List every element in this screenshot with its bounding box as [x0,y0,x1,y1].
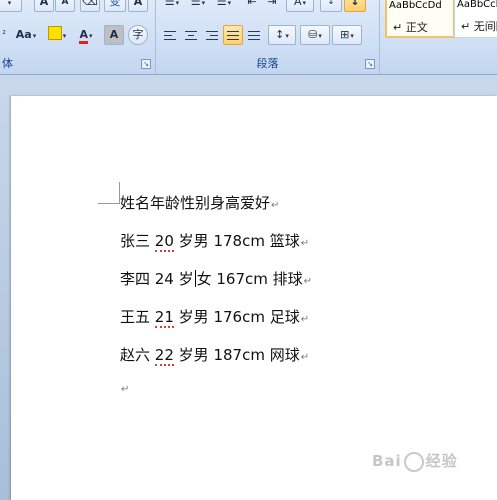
phonetic-guide-button[interactable]: 变 [104,0,126,12]
doc-line-row[interactable]: 赵六 22 岁男 187cm 网球↵ [120,344,310,366]
row-name: 王五 [120,308,151,326]
document-workspace: 姓名年龄性别身高爱好↵ 张三 20 岁男 178cm 篮球↵ 李四 24 岁女 … [0,75,497,500]
borders-button[interactable]: ⊞▾ [332,25,362,45]
style-normal-name: ↵ 正文 [393,21,428,34]
document-page[interactable]: 姓名年龄性别身高爱好↵ 张三 20 岁男 178cm 篮球↵ 李四 24 岁女 … [11,96,497,500]
sort-button[interactable]: ↓ [320,0,342,12]
grow-font-button[interactable]: A [34,0,54,12]
align-center-icon [185,31,197,32]
paragraph-dialog-launcher[interactable]: ↘ [365,59,375,69]
numbering-button[interactable]: ☰▾ [186,0,210,12]
distributed-icon-line [248,35,260,36]
row-before-cursor: 李四 24 岁 [120,270,194,288]
distributed-icon [248,31,260,32]
row-after-cursor: 女 167cm 排球 [196,270,303,288]
doc-line-row[interactable]: 王五 21 岁男 176cm 足球↵ [120,306,310,328]
enclose-chars-button[interactable]: 字 [128,25,148,45]
shading-button[interactable]: ⛁▾ [300,25,330,45]
paragraph-mark: ↵ [121,384,130,395]
justify-icon-line [227,39,239,40]
row-details: 岁男 178cm 篮球 [178,232,300,250]
row-age: 21 [154,308,174,328]
align-left-button[interactable] [160,25,180,45]
highlight-color-button[interactable]: ▾ [42,25,72,45]
border-grid-icon: ⊞ [340,28,350,41]
highlighter-icon [47,26,62,40]
style-no-spacing-name: ↵ 无间隔 [461,20,497,33]
align-left-icon-line [164,39,176,40]
ribbon: ▾ A A ⌫ 变 A ² Aa▾ ▾ A▾ A 字 体 ↘ ☰▾ ☰▾ ☰▾ … [0,0,497,75]
row-name: 赵六 [120,346,151,364]
paragraph-mark: ↵ [271,200,280,211]
decrease-indent-button[interactable]: ⇤ [242,0,262,12]
align-center-icon-line [188,35,194,36]
increase-indent-button[interactable]: ⇥ [262,0,282,12]
char-shading-button[interactable]: A [104,25,124,45]
paragraph-mark: ↵ [300,352,310,363]
align-center-icon-line [185,39,197,40]
doc-line-empty[interactable]: ↵ [120,378,129,396]
doc-line-row[interactable]: 张三 20 岁男 178cm 篮球↵ [120,230,310,252]
baidu-watermark: Bai 经验 [372,450,458,472]
style-no-spacing[interactable]: AaBbCcI ↵ 无间隔 [454,0,497,38]
font-name-dropdown-tail[interactable]: ▾ [0,0,22,12]
line-spacing-button[interactable]: ↕▾ [268,25,296,45]
change-case-label: Aa [15,28,32,41]
paragraph-group: ☰▾ ☰▾ ☰▾ ⇤ ⇥ A▾ ↓ ↕ ↕▾ ⛁▾ ⊞▾ 段落 ↘ [156,0,380,74]
align-left-icon-line [164,35,172,36]
font-group: ▾ A A ⌫ 变 A ² Aa▾ ▾ A▾ A 字 体 ↘ [0,0,156,74]
row-name: 张三 [120,232,151,250]
align-right-icon-line [210,35,218,36]
paragraph-group-label: 段落 [256,57,279,70]
row-age: 20 [154,232,174,252]
align-right-icon [206,31,218,32]
doc-line-row[interactable]: 李四 24 岁女 167cm 排球↵ [120,268,312,289]
row-details: 岁男 176cm 足球 [178,308,300,326]
align-left-icon [164,31,176,32]
paragraph-mark: ↵ [300,238,310,249]
distributed-button[interactable] [244,25,264,45]
watermark-right: 经验 [425,452,458,470]
style-normal[interactable]: AaBbCcDd ↵ 正文 [385,0,455,38]
paw-icon [403,451,424,472]
align-right-button[interactable] [202,25,222,45]
justify-icon-line [227,35,239,36]
text-cursor [194,270,196,287]
superscript-tail[interactable]: ² [0,25,10,45]
row-age: 22 [154,346,174,366]
margin-corner-mark [98,182,120,204]
header-text: 姓名年龄性别身高爱好 [120,194,271,212]
align-right-icon-line [206,39,218,40]
row-details: 岁男 187cm 网球 [178,346,300,364]
styles-group: AaBbCcDd ↵ 正文 AaBbCcI ↵ 无间隔 [380,0,497,74]
show-marks-button[interactable]: ↕ [344,0,366,12]
paragraph-mark: ↵ [300,314,310,325]
align-center-button[interactable] [181,25,201,45]
clear-format-button[interactable]: ⌫ [80,0,100,12]
watermark-left: Bai [372,452,402,470]
multilevel-list-button[interactable]: ☰▾ [212,0,236,12]
change-case-button[interactable]: Aa▾ [12,25,40,45]
paragraph-mark: ↵ [303,276,313,287]
justify-button[interactable] [223,25,243,45]
doc-line-header[interactable]: 姓名年龄性别身高爱好↵ [120,192,279,213]
font-dialog-launcher[interactable]: ↘ [141,59,151,69]
char-border-button[interactable]: A [128,0,148,12]
font-color-button[interactable]: A▾ [72,25,100,45]
style-normal-sample: AaBbCcDd [389,0,442,11]
shrink-font-button[interactable]: A [55,0,75,12]
paint-bucket-icon: ⛁ [308,28,318,41]
justify-icon [227,31,239,32]
bullets-button[interactable]: ☰▾ [160,0,184,12]
font-color-icon: A [79,28,88,44]
style-no-spacing-sample: AaBbCcI [457,0,497,10]
chinese-layout-button[interactable]: A▾ [286,0,314,12]
distributed-icon-line [248,39,260,40]
font-group-label: 体 [2,57,13,70]
